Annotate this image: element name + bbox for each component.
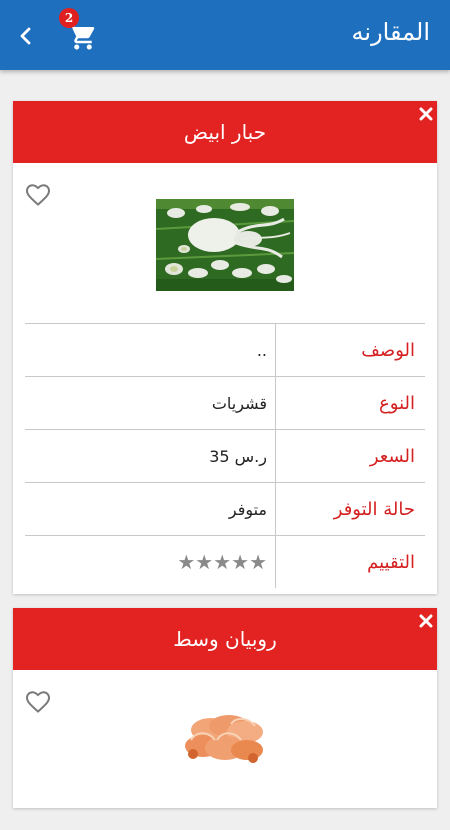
product-card-header: روبيان وسط (13, 608, 437, 670)
product-card: روبيان وسط (13, 608, 437, 808)
rating-stars: ★★★★★ (25, 535, 276, 588)
spec-label: السعر (275, 429, 425, 483)
spec-row: الوصف .. (25, 323, 425, 377)
product-image (156, 199, 294, 291)
spec-value: ر.س 35 (25, 429, 276, 483)
spec-row: السعر ر.س 35 (25, 429, 425, 483)
spec-table: الوصف .. النوع قشريات السعر ر.س 35 حالة … (25, 323, 425, 588)
spec-value: متوفر (25, 482, 276, 536)
product-image-area (13, 163, 437, 323)
product-name: حبار ابيض (183, 120, 267, 144)
spec-row: النوع قشريات (25, 376, 425, 430)
app-bar: المقارنه 2 (0, 0, 450, 70)
spec-row: حالة التوفر متوفر (25, 482, 425, 536)
back-chevron-icon[interactable] (14, 24, 38, 48)
close-icon[interactable] (419, 107, 433, 121)
heart-icon[interactable] (25, 183, 51, 207)
product-card: حبار ابيض الوصف .. النوع قشريات السعر ر.… (13, 101, 437, 594)
cart-count-badge: 2 (59, 8, 79, 28)
spec-label: الوصف (275, 323, 425, 377)
product-name: روبيان وسط (173, 627, 277, 651)
spec-value: .. (25, 323, 276, 377)
product-image (185, 715, 263, 763)
spec-row: التقييم ★★★★★ (25, 535, 425, 588)
heart-icon[interactable] (25, 690, 51, 714)
page-title: المقارنه (351, 18, 430, 46)
spec-label: حالة التوفر (275, 482, 425, 536)
spec-value: قشريات (25, 376, 276, 430)
spec-label: النوع (275, 376, 425, 430)
close-icon[interactable] (419, 614, 433, 628)
rating-stars-glyphs: ★★★★★ (177, 550, 267, 574)
product-image-area (13, 670, 437, 830)
spec-label: التقييم (275, 535, 425, 588)
product-card-header: حبار ابيض (13, 101, 437, 163)
